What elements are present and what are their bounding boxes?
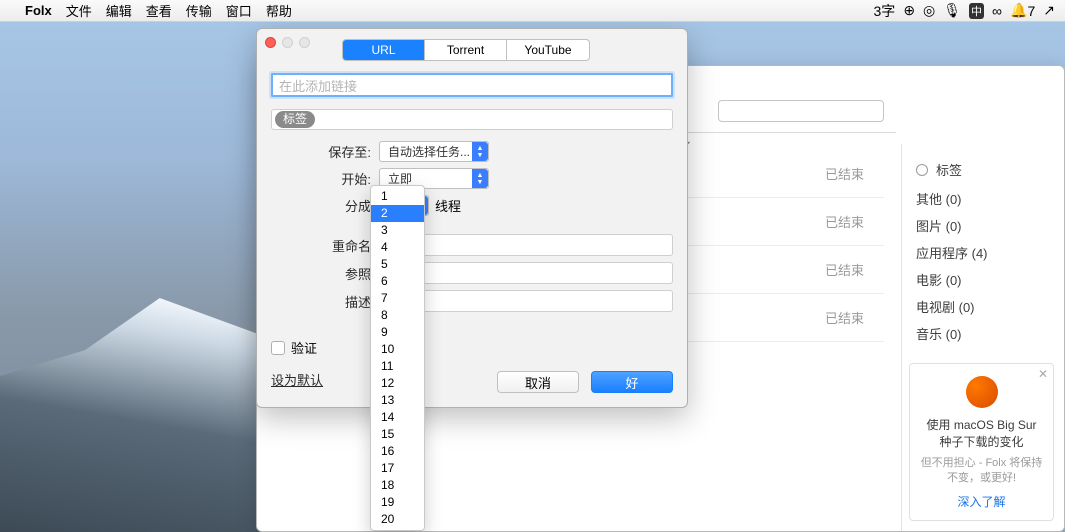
sidebar-item[interactable]: 图片 (0) <box>916 216 1050 235</box>
sidebar-item[interactable]: 电影 (0) <box>916 270 1050 289</box>
minimize-button[interactable] <box>282 37 293 48</box>
dropdown-option[interactable]: 12 <box>371 375 424 392</box>
label-threads: 线程 <box>435 196 461 215</box>
tag-chip[interactable]: 标签 <box>275 111 315 128</box>
tags-header: 标签 <box>936 160 962 179</box>
status-label: 已结束 <box>825 308 864 327</box>
status-label: 已结束 <box>825 212 864 231</box>
url-input[interactable]: 在此添加链接 <box>271 73 673 97</box>
app-name[interactable]: Folx <box>25 3 52 18</box>
sidebar-item[interactable]: 其他 (0) <box>916 189 1050 208</box>
verify-checkbox[interactable] <box>271 341 285 355</box>
dropdown-option[interactable]: 1 <box>371 188 424 205</box>
dropdown-option[interactable]: 16 <box>371 443 424 460</box>
label-rename: 重命名 <box>257 236 379 255</box>
select-arrows-icon: ▲▼ <box>472 142 488 161</box>
zoom-button[interactable] <box>299 37 310 48</box>
dropdown-option[interactable]: 10 <box>371 341 424 358</box>
menubar: Folx 文件 编辑 查看 传输 窗口 帮助 3字 ⊕ ◎ 🎙 中 ∞ 🔔7 ↗ <box>0 0 1065 22</box>
label-save-to: 保存至: <box>257 142 379 161</box>
sidebar-item[interactable]: 电视剧 (0) <box>916 297 1050 316</box>
dropdown-option[interactable]: 15 <box>371 426 424 443</box>
tags-radio[interactable] <box>916 164 928 176</box>
promo-title-2: 种子下载的变化 <box>939 435 1023 449</box>
dropdown-option[interactable]: 9 <box>371 324 424 341</box>
dropdown-option[interactable]: 18 <box>371 477 424 494</box>
promo-title-1: 使用 macOS Big Sur <box>926 418 1036 432</box>
sidebar-item[interactable]: 应用程序 (4) <box>916 243 1050 262</box>
dropdown-option[interactable]: 19 <box>371 494 424 511</box>
bell-icon[interactable]: 🔔7 <box>1010 2 1035 19</box>
dropdown-option[interactable]: 5 <box>371 256 424 273</box>
sidebar-item[interactable]: 音乐 (0) <box>916 324 1050 343</box>
promo-card: ✕ 使用 macOS Big Sur 种子下载的变化 但不用担心 - Folx 将… <box>909 363 1054 521</box>
dropdown-option[interactable]: 8 <box>371 307 424 324</box>
dialog-tabs: URL Torrent YouTube <box>342 39 590 61</box>
mic-icon[interactable]: 🎙 <box>943 2 961 19</box>
rocket-icon <box>966 376 998 408</box>
status-icon-3[interactable]: 中 <box>969 3 984 19</box>
menu-view[interactable]: 查看 <box>146 1 172 20</box>
dropdown-option[interactable]: 6 <box>371 273 424 290</box>
promo-link[interactable]: 深入了解 <box>920 493 1043 510</box>
status-label: 已结束 <box>825 164 864 183</box>
dropdown-option[interactable]: 7 <box>371 290 424 307</box>
dropdown-option[interactable]: 2 <box>371 205 424 222</box>
url-placeholder: 在此添加链接 <box>279 76 357 95</box>
dropdown-option[interactable]: 17 <box>371 460 424 477</box>
select-arrows-icon: ▲▼ <box>472 169 488 188</box>
status-icon-2[interactable]: ◎ <box>923 2 935 19</box>
save-to-select[interactable]: 自动选择任务... ▲▼ <box>379 141 489 162</box>
dropdown-option[interactable]: 11 <box>371 358 424 375</box>
dropdown-option[interactable]: 14 <box>371 409 424 426</box>
menu-window[interactable]: 窗口 <box>226 1 252 20</box>
ok-button[interactable]: 好 <box>591 371 673 393</box>
menu-file[interactable]: 文件 <box>66 1 92 20</box>
status-icon-1[interactable]: ⊕ <box>903 2 915 19</box>
dropdown-option[interactable]: 3 <box>371 222 424 239</box>
search-input[interactable] <box>718 100 884 122</box>
label-refer: 参照 <box>257 264 379 283</box>
verify-label: 验证 <box>291 338 317 357</box>
menu-help[interactable]: 帮助 <box>266 1 292 20</box>
split-dropdown-menu: 1234567891011121314151617181920 <box>370 185 425 531</box>
tags-input[interactable]: 标签 <box>271 109 673 130</box>
label-split: 分成 <box>257 196 379 215</box>
cancel-button[interactable]: 取消 <box>497 371 579 393</box>
tab-youtube[interactable]: YouTube <box>507 40 589 60</box>
tab-url[interactable]: URL <box>343 40 425 60</box>
traffic-lights <box>265 37 310 48</box>
tab-torrent[interactable]: Torrent <box>425 40 507 60</box>
promo-subtitle: 但不用担心 - Folx 将保持不变，或更好! <box>920 456 1043 485</box>
dropdown-option[interactable]: 13 <box>371 392 424 409</box>
label-start: 开始: <box>257 169 379 188</box>
status-icon-4[interactable]: ∞ <box>992 3 1002 19</box>
status-label: 已结束 <box>825 260 864 279</box>
dropdown-option[interactable]: 4 <box>371 239 424 256</box>
add-url-dialog: URL Torrent YouTube 在此添加链接 标签 保存至: 自动选择任… <box>256 28 688 408</box>
menu-edit[interactable]: 编辑 <box>106 1 132 20</box>
close-button[interactable] <box>265 37 276 48</box>
ime-status[interactable]: 3字 <box>874 1 896 21</box>
set-defaults-link[interactable]: 设为默认 <box>271 370 323 389</box>
close-icon[interactable]: ✕ <box>1038 367 1048 381</box>
rocket-icon[interactable]: ↗ <box>1043 2 1055 19</box>
dropdown-option[interactable]: 20 <box>371 511 424 528</box>
label-desc: 描述 <box>257 292 379 311</box>
menu-transfer[interactable]: 传输 <box>186 1 212 20</box>
